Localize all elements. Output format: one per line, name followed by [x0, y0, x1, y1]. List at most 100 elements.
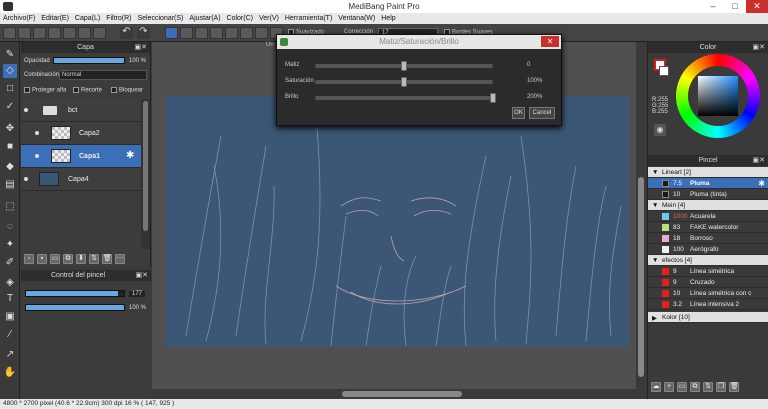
palette-icon[interactable]: ◉ — [654, 124, 666, 136]
menu-help[interactable]: Help — [381, 15, 395, 22]
menu-editar[interactable]: Editar(E) — [41, 15, 69, 22]
saturation-slider[interactable] — [315, 77, 493, 87]
radial-snap-icon[interactable] — [225, 27, 238, 39]
move-tool-icon[interactable]: ✥ — [3, 122, 17, 136]
brush-item-fake-watercolor[interactable]: 83 FAKE watercolor — [648, 222, 768, 233]
circle-snap-icon[interactable] — [240, 27, 253, 39]
select-all-icon[interactable] — [93, 27, 106, 39]
operation-tool-icon[interactable]: ↗ — [3, 348, 17, 362]
brush-item-cruzado[interactable]: 9 Cruzado — [648, 277, 768, 288]
brush-item-acuarela[interactable]: 1000 Acuarela — [648, 211, 768, 222]
new-layer-icon[interactable]: ▫ — [24, 254, 34, 264]
cancel-button[interactable]: Cancel — [529, 107, 555, 119]
layer-move-icon[interactable]: ⇅ — [89, 254, 99, 264]
rect-select-tool-icon[interactable]: ⬚ — [3, 200, 17, 214]
brightness-slider[interactable] — [315, 93, 496, 103]
menu-archivo[interactable]: Archivo(F) — [3, 15, 35, 22]
parallel-snap-icon[interactable] — [180, 27, 193, 39]
saturation-knob[interactable] — [401, 77, 407, 87]
copy-brush-icon[interactable]: ⧉ — [690, 382, 700, 392]
gear-icon[interactable]: ✱ — [126, 150, 134, 161]
hue-slider[interactable] — [315, 61, 493, 71]
redo-icon[interactable]: ↷ — [137, 27, 150, 39]
color-square[interactable] — [698, 76, 738, 116]
brush-item-aerografo[interactable]: 100 Aerógrafo — [648, 244, 768, 255]
brush-tool-icon[interactable]: ✎ — [3, 48, 17, 62]
hue-knob[interactable] — [401, 61, 407, 71]
layer-scrollbar[interactable] — [141, 99, 150, 249]
merge-layer-icon[interactable]: ⬇ — [76, 254, 86, 264]
brush-item-linea-intensiva-2[interactable]: 3.2 Línea intensiva 2 — [648, 299, 768, 310]
cross-snap-icon[interactable] — [195, 27, 208, 39]
new-color-layer-icon[interactable]: ▪ — [37, 254, 47, 264]
eye-icon[interactable] — [24, 108, 28, 112]
cloud-brush-icon[interactable]: ☁ — [651, 382, 661, 392]
duplicate-layer-icon[interactable]: ⧉ — [63, 254, 73, 264]
minimize-button[interactable]: – — [702, 0, 724, 13]
hand-tool-icon[interactable]: ✋ — [3, 366, 17, 380]
menu-ventana[interactable]: Ventana(W) — [338, 15, 375, 22]
panel-close-icon[interactable]: ▣✕ — [135, 42, 147, 53]
layer-capa2[interactable]: Capa2 — [21, 122, 141, 145]
menu-capa[interactable]: Capa(L) — [75, 15, 100, 22]
new-folder-icon[interactable]: ▭ — [50, 254, 60, 264]
dot-tool-icon[interactable]: □ — [3, 82, 17, 96]
curve-snap-icon[interactable] — [255, 27, 268, 39]
move-brush-icon[interactable]: ⇅ — [703, 382, 713, 392]
brush-group-efectos[interactable]: ▼ efectos [4] — [648, 255, 768, 266]
select-pen-tool-icon[interactable]: ✐ — [3, 256, 17, 270]
deselect-icon[interactable] — [78, 27, 91, 39]
save-cloud-icon[interactable] — [18, 27, 31, 39]
menu-ajustar[interactable]: Ajustar(A) — [189, 15, 220, 22]
brush-size-value[interactable]: 177 — [129, 291, 146, 297]
grid-snap-icon[interactable] — [210, 27, 223, 39]
paste-icon[interactable] — [48, 27, 61, 39]
menu-filtro[interactable]: Filtro(R) — [106, 15, 131, 22]
snap-off-icon[interactable] — [165, 27, 178, 39]
layer-folder-bct[interactable]: bct — [21, 99, 141, 122]
scroll-thumb[interactable] — [638, 177, 644, 377]
layer-capa4[interactable]: Capa4 — [21, 168, 141, 191]
brush-group-lineart[interactable]: ▼ Lineart [2] — [648, 167, 768, 178]
eye-icon[interactable] — [35, 154, 39, 158]
lasso-tool-icon[interactable]: ◌ — [3, 220, 17, 234]
brightness-knob[interactable] — [490, 93, 496, 103]
undo-icon[interactable]: ↶ — [120, 27, 133, 39]
brush-item-borroso[interactable]: 18 Borroso — [648, 233, 768, 244]
maximize-button[interactable]: □ — [724, 0, 746, 13]
magic-wand-tool-icon[interactable]: ✦ — [3, 238, 17, 252]
delete-brush-icon[interactable]: 🗑 — [729, 382, 739, 392]
protect-alpha-checkbox[interactable]: Proteger alfa — [24, 87, 66, 94]
menu-herramienta[interactable]: Herramienta(T) — [285, 15, 332, 22]
blend-mode-select[interactable]: Normal — [59, 70, 147, 80]
brush-item-pluma[interactable]: 7.5 Pluma ✱ — [648, 178, 768, 189]
scroll-thumb[interactable] — [342, 391, 462, 397]
canvas-horizontal-scrollbar[interactable] — [152, 389, 646, 399]
fill-rect-tool-icon[interactable]: ■ — [3, 140, 17, 154]
brush-opacity-slider[interactable] — [25, 304, 125, 311]
brush-group-mein[interactable]: ▼ Mein [4] — [648, 200, 768, 211]
cut-icon[interactable] — [63, 27, 76, 39]
eye-icon[interactable] — [35, 131, 39, 135]
brush-item-pluma-tinta[interactable]: 10 Pluma (tinta) — [648, 189, 768, 200]
gradient-tool-icon[interactable]: ▤ — [3, 178, 17, 192]
lock-checkbox[interactable]: Bloquear — [111, 87, 143, 94]
panel-close-icon[interactable]: ▣✕ — [753, 42, 765, 53]
menu-ver[interactable]: Ver(V) — [259, 15, 279, 22]
text-tool-icon[interactable]: T — [3, 292, 17, 306]
add-brush-icon[interactable]: + — [664, 382, 674, 392]
brush-size-slider[interactable] — [25, 290, 125, 297]
layer-opacity-slider[interactable] — [53, 57, 125, 64]
gear-icon[interactable]: ✱ — [758, 179, 765, 188]
duplicate-brush-icon[interactable]: ❐ — [716, 382, 726, 392]
add-folder-icon[interactable]: ▭ — [677, 382, 687, 392]
select-tool-icon[interactable]: ✓ — [3, 100, 17, 114]
color-wheel[interactable] — [676, 54, 760, 138]
close-window-button[interactable]: ✕ — [746, 0, 768, 13]
canvas-vertical-scrollbar[interactable] — [636, 42, 646, 389]
layer-capa1[interactable]: Capa1 ✱ — [21, 145, 141, 168]
bucket-tool-icon[interactable]: ◆ — [3, 160, 17, 174]
brush-group-kolor[interactable]: ▶ Kolor [10] — [648, 312, 768, 323]
canvas-tab[interactable]: Un — [266, 42, 274, 48]
delete-layer-icon[interactable]: 🗑 — [102, 254, 112, 264]
